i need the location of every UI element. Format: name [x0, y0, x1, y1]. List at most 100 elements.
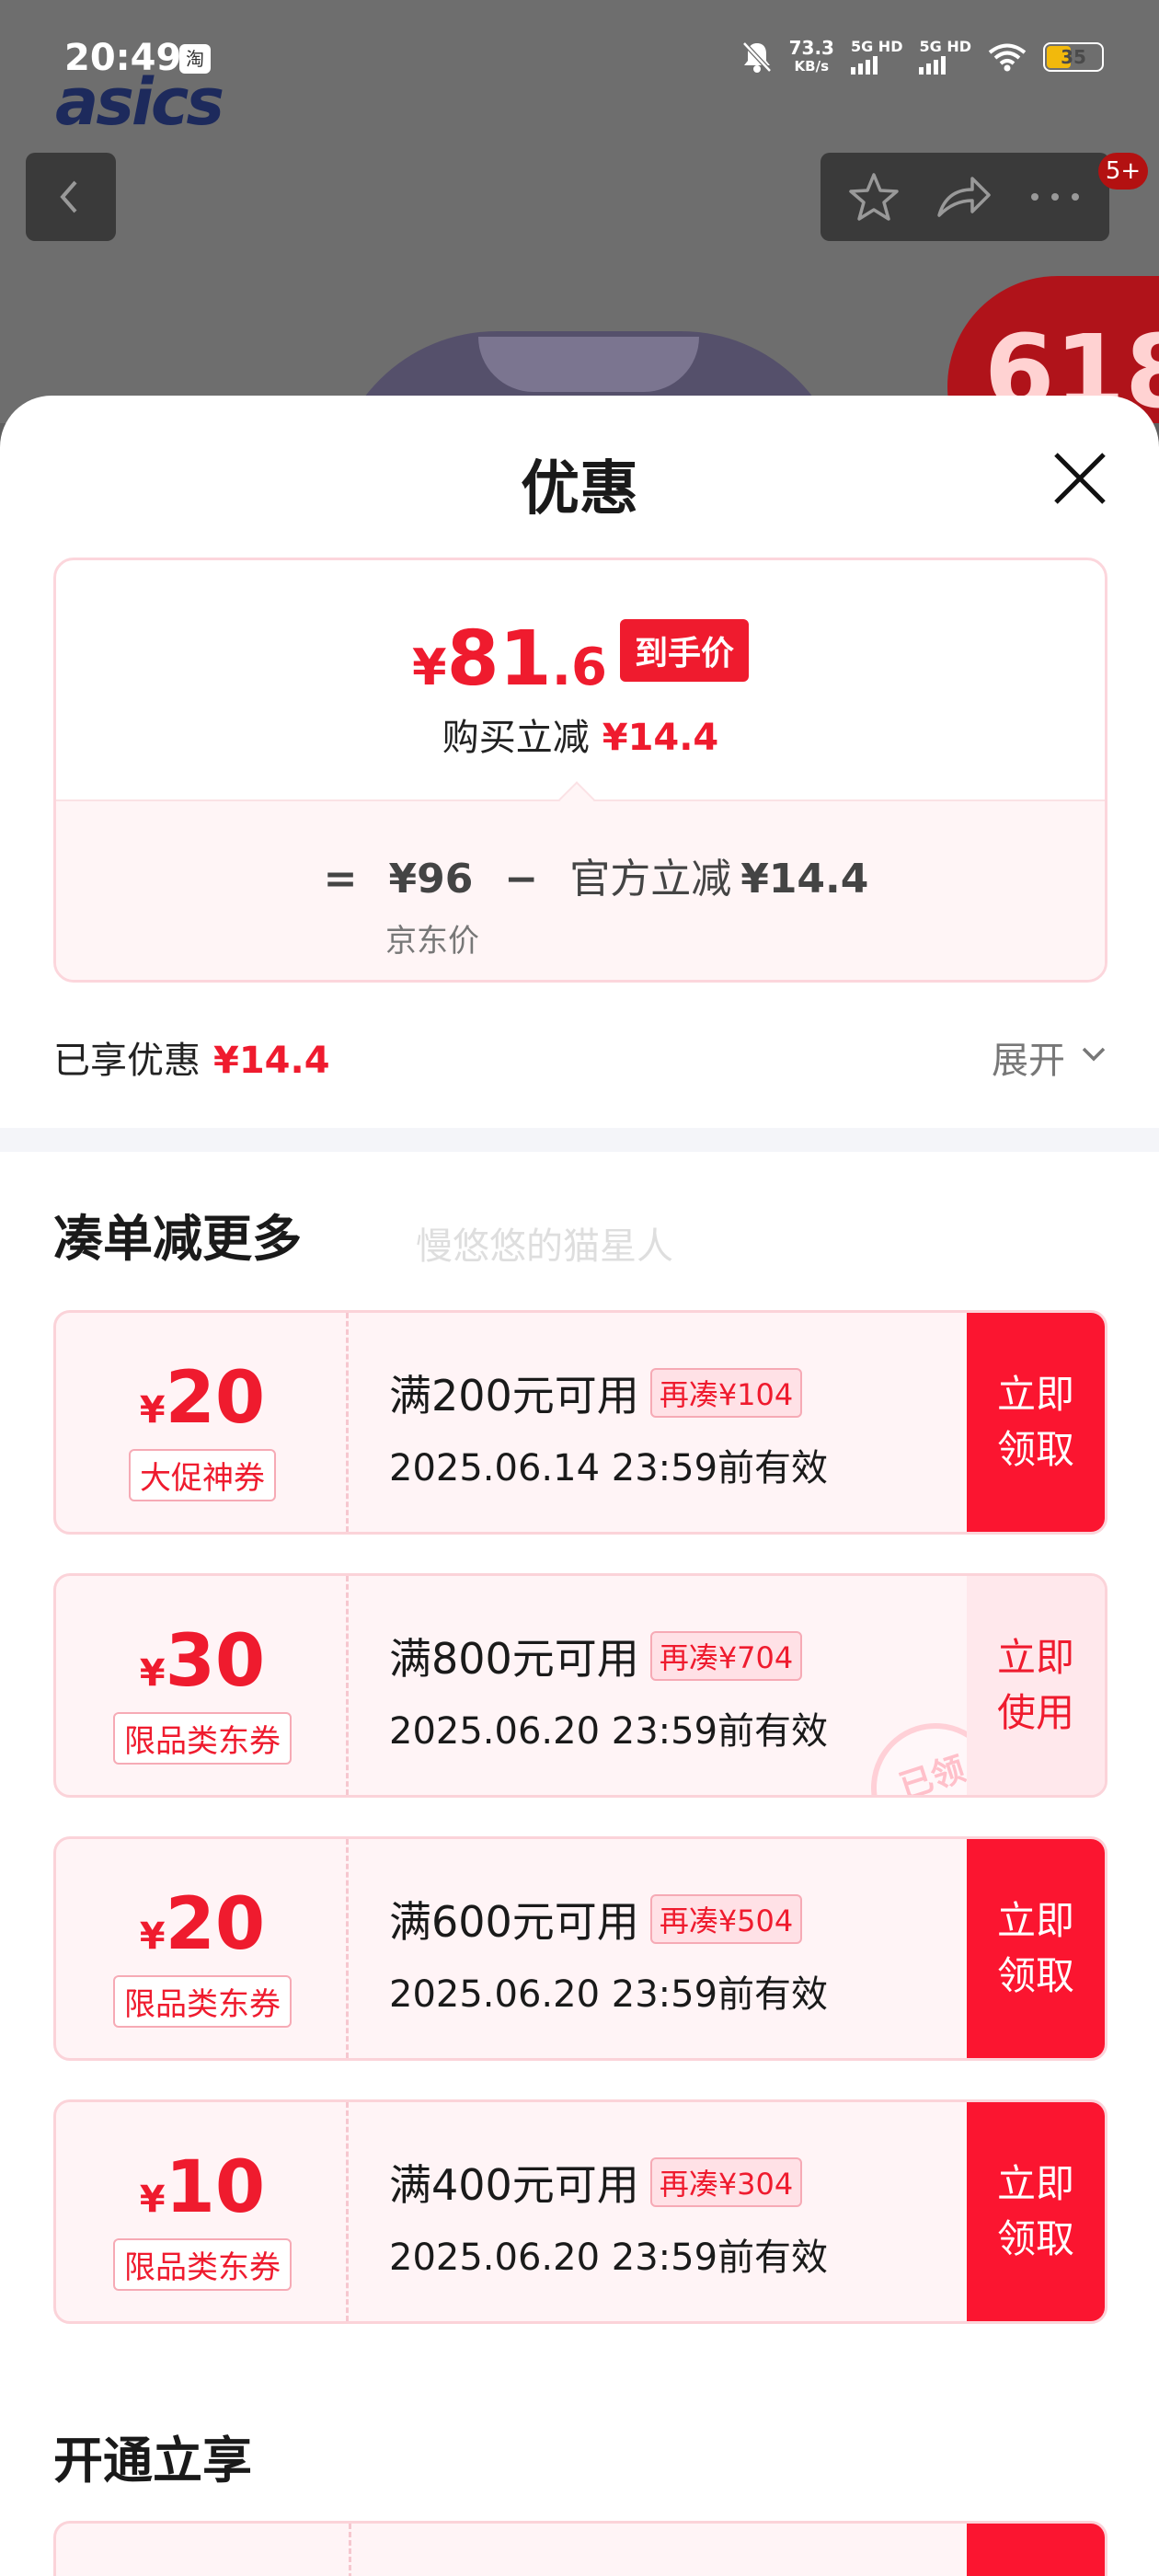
- coupon-amount-value: 20: [165, 1357, 266, 1440]
- coupon-card: ¥10 限品类东券 满400元可用 再凑¥304 2025.06.20 23:59…: [53, 2099, 1107, 2324]
- taobao-notification-icon: 淘: [179, 44, 211, 74]
- coupon-amount: ¥20: [56, 1883, 349, 1966]
- signal-2-label: 5G HD: [919, 38, 971, 55]
- battery-icon: 35: [1043, 42, 1104, 72]
- signal-2: 5G HD: [919, 40, 971, 75]
- final-price: ¥81.6 到手价: [56, 615, 1105, 703]
- status-bar: 20:49 淘 73.3 KB/s 5G HD 5G HD 35: [0, 0, 1159, 110]
- price-formula-panel: = ¥96− 官方立减 ¥14.4 京东价: [56, 799, 1105, 980]
- minus-sign: −: [504, 856, 539, 903]
- coupon-amount-value: 20: [165, 1883, 266, 1966]
- final-price-currency: ¥: [412, 638, 447, 696]
- chevron-left-icon: [60, 180, 77, 213]
- coupon-amount-value: 10: [165, 2146, 266, 2229]
- coupon-yen: ¥: [139, 2179, 166, 2221]
- coupon-value-panel: ¥20 限品类东券: [56, 1839, 349, 2058]
- sheet-title: 优惠: [521, 455, 638, 523]
- coupon-condition: 满600元可用 再凑¥504: [389, 1889, 803, 1949]
- coupon-card: ¥20 大促神券 满200元可用 再凑¥104 2025.06.14 23:59前…: [53, 1310, 1107, 1535]
- mute-bell-icon: [741, 41, 772, 73]
- coupon-more-needed: 再凑¥704: [649, 1631, 803, 1681]
- coupon-condition-text: 满400元可用: [389, 2160, 639, 2210]
- network-speed-value: 73.3: [788, 37, 834, 59]
- section-title-more-discounts: 凑单减更多: [53, 1210, 302, 1268]
- coupon-more-needed: 再凑¥304: [649, 2157, 803, 2207]
- claim-coupon-button[interactable]: 立即 领取: [967, 1839, 1105, 2058]
- coupon-validity: 2025.06.20 23:59前有效: [389, 1973, 829, 2016]
- coupon-condition: 满800元可用 再凑¥704: [389, 1626, 803, 1686]
- expand-button[interactable]: 展开: [992, 1030, 1065, 1084]
- discount-sheet: 优惠 ¥81.6 到手价 购买立减 ¥14.4 = ¥96− 官方立减 ¥14.4 京东价…: [0, 396, 1159, 2576]
- enjoyed-discount-value: ¥14.4: [213, 1040, 330, 1082]
- final-price-tag: 到手价: [619, 619, 749, 682]
- coupon-condition-text: 满600元可用: [389, 1897, 639, 1947]
- signal-bars-icon: [919, 54, 971, 75]
- coupon-condition-text: 满200元可用: [389, 1371, 639, 1420]
- coupon-yen: ¥: [139, 1389, 166, 1432]
- membership-action-button[interactable]: [967, 2524, 1105, 2576]
- wifi-icon: [988, 43, 1027, 72]
- coupon-amount: ¥20: [56, 1357, 349, 1440]
- claim-coupon-button[interactable]: 立即 领取: [967, 1313, 1105, 1532]
- product-image-collar: [478, 337, 699, 392]
- coupon-type-badge: 限品类东券: [113, 1975, 292, 2028]
- final-price-decimal: .6: [551, 638, 607, 697]
- network-speed: 73.3 KB/s: [789, 39, 834, 75]
- section-title-membership: 开通立享: [53, 2432, 252, 2490]
- close-icon[interactable]: [1050, 449, 1109, 508]
- coupon-value-panel: ¥10 限品类东券: [56, 2102, 349, 2321]
- background-page: 618 asics 20:49 淘 73.3 KB/s 5G HD 5G HD: [0, 0, 1159, 423]
- equals-sign: =: [323, 856, 358, 903]
- instant-discount: 购买立减 ¥14.4: [56, 707, 1105, 761]
- coupon-yen: ¥: [139, 1652, 166, 1695]
- membership-logo-icon: [154, 2551, 246, 2576]
- price-formula: = ¥96− 官方立减 ¥14.4: [56, 845, 1105, 904]
- coupon-more-needed: 再凑¥504: [649, 1894, 803, 1944]
- signal-bars-icon: [850, 54, 903, 75]
- more-icon[interactable]: [1027, 190, 1083, 203]
- chevron-down-icon[interactable]: [1078, 1043, 1109, 1065]
- top-action-bar: [820, 153, 1109, 241]
- instant-discount-value: ¥14.4: [602, 717, 719, 759]
- star-icon[interactable]: [847, 171, 901, 223]
- status-time: 20:49: [64, 37, 182, 79]
- message-count-badge: 5+: [1098, 153, 1148, 190]
- section-divider: [0, 1128, 1159, 1152]
- watermark: 慢悠悠的猫星人: [416, 1225, 673, 1268]
- network-speed-unit: KB/s: [794, 58, 830, 75]
- coupon-validity: 2025.06.14 23:59前有效: [389, 1447, 829, 1489]
- coupon-amount-value: 30: [165, 1620, 266, 1703]
- price-breakdown-card: ¥81.6 到手价 购买立减 ¥14.4 = ¥96− 官方立减 ¥14.4 京东价: [53, 558, 1107, 983]
- official-discount-value: ¥14.4: [740, 856, 869, 903]
- jd-price-caption: 京东价: [385, 923, 479, 960]
- battery-level: 35: [1061, 46, 1086, 68]
- official-discount-label: 官方立减: [569, 856, 732, 903]
- coupon-condition-text: 满800元可用: [389, 1634, 639, 1684]
- coupon-value-panel: ¥30 限品类东券: [56, 1576, 349, 1795]
- coupon-type-badge: 大促神券: [129, 1449, 276, 1501]
- signal-1: 5G HD: [850, 38, 903, 75]
- enjoyed-discount: 已享优惠 ¥14.4: [53, 1030, 330, 1084]
- membership-card-separator: [349, 2524, 351, 2576]
- coupon-condition: 满400元可用 再凑¥304: [389, 2152, 803, 2213]
- coupon-yen: ¥: [139, 1915, 166, 1958]
- share-icon[interactable]: [935, 173, 993, 221]
- coupon-amount: ¥30: [56, 1620, 349, 1703]
- coupon-condition: 满200元可用 再凑¥104: [389, 1363, 803, 1423]
- coupon-amount: ¥10: [56, 2146, 349, 2229]
- use-coupon-button[interactable]: 立即 使用: [967, 1576, 1105, 1795]
- coupon-type-badge: 限品类东券: [113, 2238, 292, 2291]
- back-button[interactable]: [26, 153, 116, 241]
- coupon-validity: 2025.06.20 23:59前有效: [389, 2237, 829, 2279]
- enjoyed-discount-label: 已享优惠: [53, 1040, 201, 1082]
- coupon-card: ¥30 限品类东券 满800元可用 再凑¥704 2025.06.20 23:59…: [53, 1573, 1107, 1798]
- coupon-type-badge: 限品类东券: [113, 1712, 292, 1765]
- coupon-card: ¥20 限品类东券 满600元可用 再凑¥504 2025.06.20 23:59…: [53, 1836, 1107, 2061]
- membership-card: [53, 2521, 1107, 2576]
- claim-coupon-button[interactable]: 立即 领取: [967, 2102, 1105, 2321]
- coupon-more-needed: 再凑¥104: [649, 1368, 803, 1418]
- signal-1-label: 5G HD: [850, 38, 903, 55]
- coupon-value-panel: ¥20 大促神券: [56, 1313, 349, 1532]
- jd-price-value: ¥96: [388, 856, 474, 903]
- coupon-validity: 2025.06.20 23:59前有效: [389, 1710, 829, 1753]
